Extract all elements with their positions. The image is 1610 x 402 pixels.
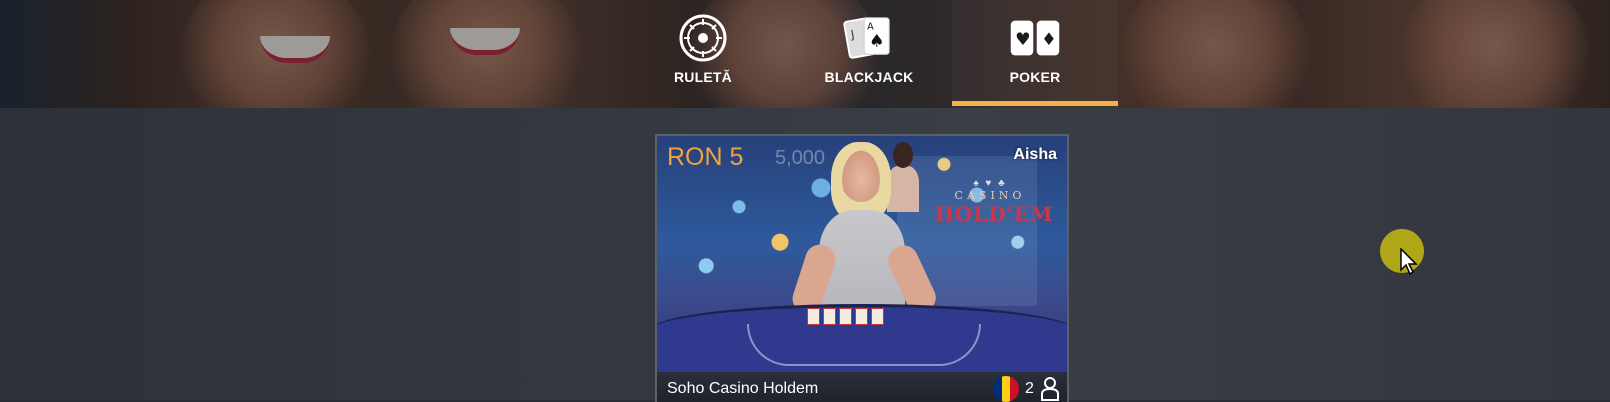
player-icon <box>1041 377 1059 401</box>
svg-text:♠: ♠ <box>869 32 885 52</box>
game-card[interactable]: ♠ ♥ ♣ CASINO HOLD'EM RON 5 5,000 Aisha S… <box>655 134 1069 402</box>
community-cards <box>807 308 884 325</box>
game-card-footer: Soho Casino Holdem 2 <box>657 372 1067 402</box>
romania-flag-icon <box>993 376 1019 402</box>
table-logo-bottom: HOLD'EM <box>935 202 1054 226</box>
suits-decoration: ♠ ♥ ♣ <box>973 178 1007 189</box>
svg-text:A: A <box>867 21 874 32</box>
table-logo: ♠ ♥ ♣ CASINO HOLD'EM <box>935 178 1054 226</box>
tab-label: POKER <box>1009 69 1061 85</box>
poker-cards-icon: ♥ ♦ <box>1009 12 1061 64</box>
roulette-icon <box>677 12 729 64</box>
table-marking <box>747 324 981 366</box>
cards-jack-ace-icon: J A ♠ <box>843 12 895 64</box>
game-thumbnail[interactable]: ♠ ♥ ♣ CASINO HOLD'EM RON 5 5,000 Aisha <box>657 136 1067 397</box>
game-category-nav: RULETĂ J A ♠ BLACKJACK ♥ ♦ POKER <box>620 0 1118 108</box>
tab-poker[interactable]: ♥ ♦ POKER <box>952 0 1118 108</box>
tab-roulette[interactable]: RULETĂ <box>620 0 786 108</box>
stake-label: RON 5 <box>667 143 744 171</box>
game-title: Soho Casino Holdem <box>667 380 819 397</box>
svg-text:♥: ♥ <box>1015 30 1031 50</box>
player-count: 2 <box>1025 380 1034 397</box>
tab-label: BLACKJACK <box>824 69 914 85</box>
tab-blackjack[interactable]: J A ♠ BLACKJACK <box>786 0 952 108</box>
dealer-name: Aisha <box>1013 146 1057 163</box>
stake-max-label: 5,000 <box>775 147 826 169</box>
tab-label: RULETĂ <box>674 69 732 85</box>
game-lobby: ♠ ♥ ♣ CASINO HOLD'EM RON 5 5,000 Aisha S… <box>0 108 1610 402</box>
header-banner: RULETĂ J A ♠ BLACKJACK ♥ ♦ POKER <box>0 0 1610 108</box>
svg-text:♦: ♦ <box>1041 30 1057 50</box>
table-logo-top: CASINO <box>954 189 1026 202</box>
mouse-cursor-icon <box>1400 247 1420 276</box>
active-tab-indicator <box>952 101 1118 106</box>
